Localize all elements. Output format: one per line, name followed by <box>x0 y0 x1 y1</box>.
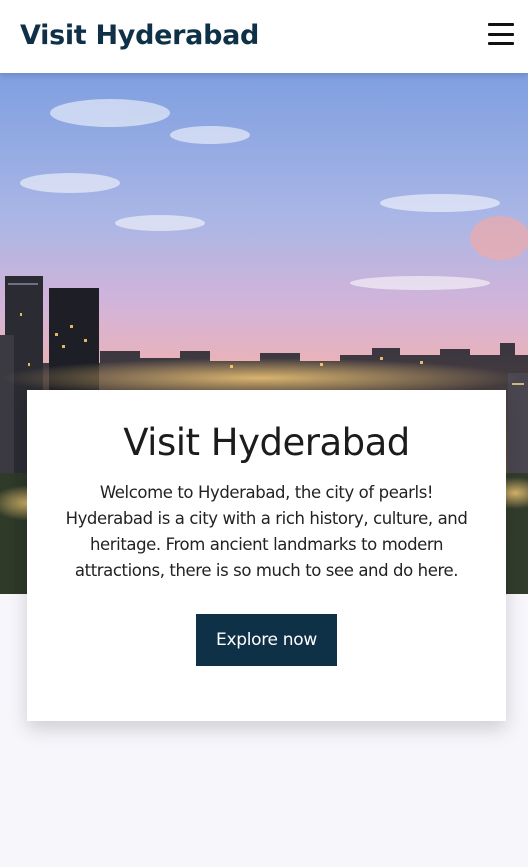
hero-title: Visit Hyderabad <box>123 421 410 464</box>
navbar: Visit Hyderabad <box>0 0 528 73</box>
explore-now-button[interactable]: Explore now <box>196 614 337 666</box>
hero-card: Visit Hyderabad Welcome to Hyderabad, th… <box>27 390 506 721</box>
hamburger-menu-icon[interactable] <box>488 23 514 45</box>
hero-description: Welcome to Hyderabad, the city of pearls… <box>65 483 468 580</box>
site-logo[interactable]: Visit Hyderabad <box>20 20 259 51</box>
